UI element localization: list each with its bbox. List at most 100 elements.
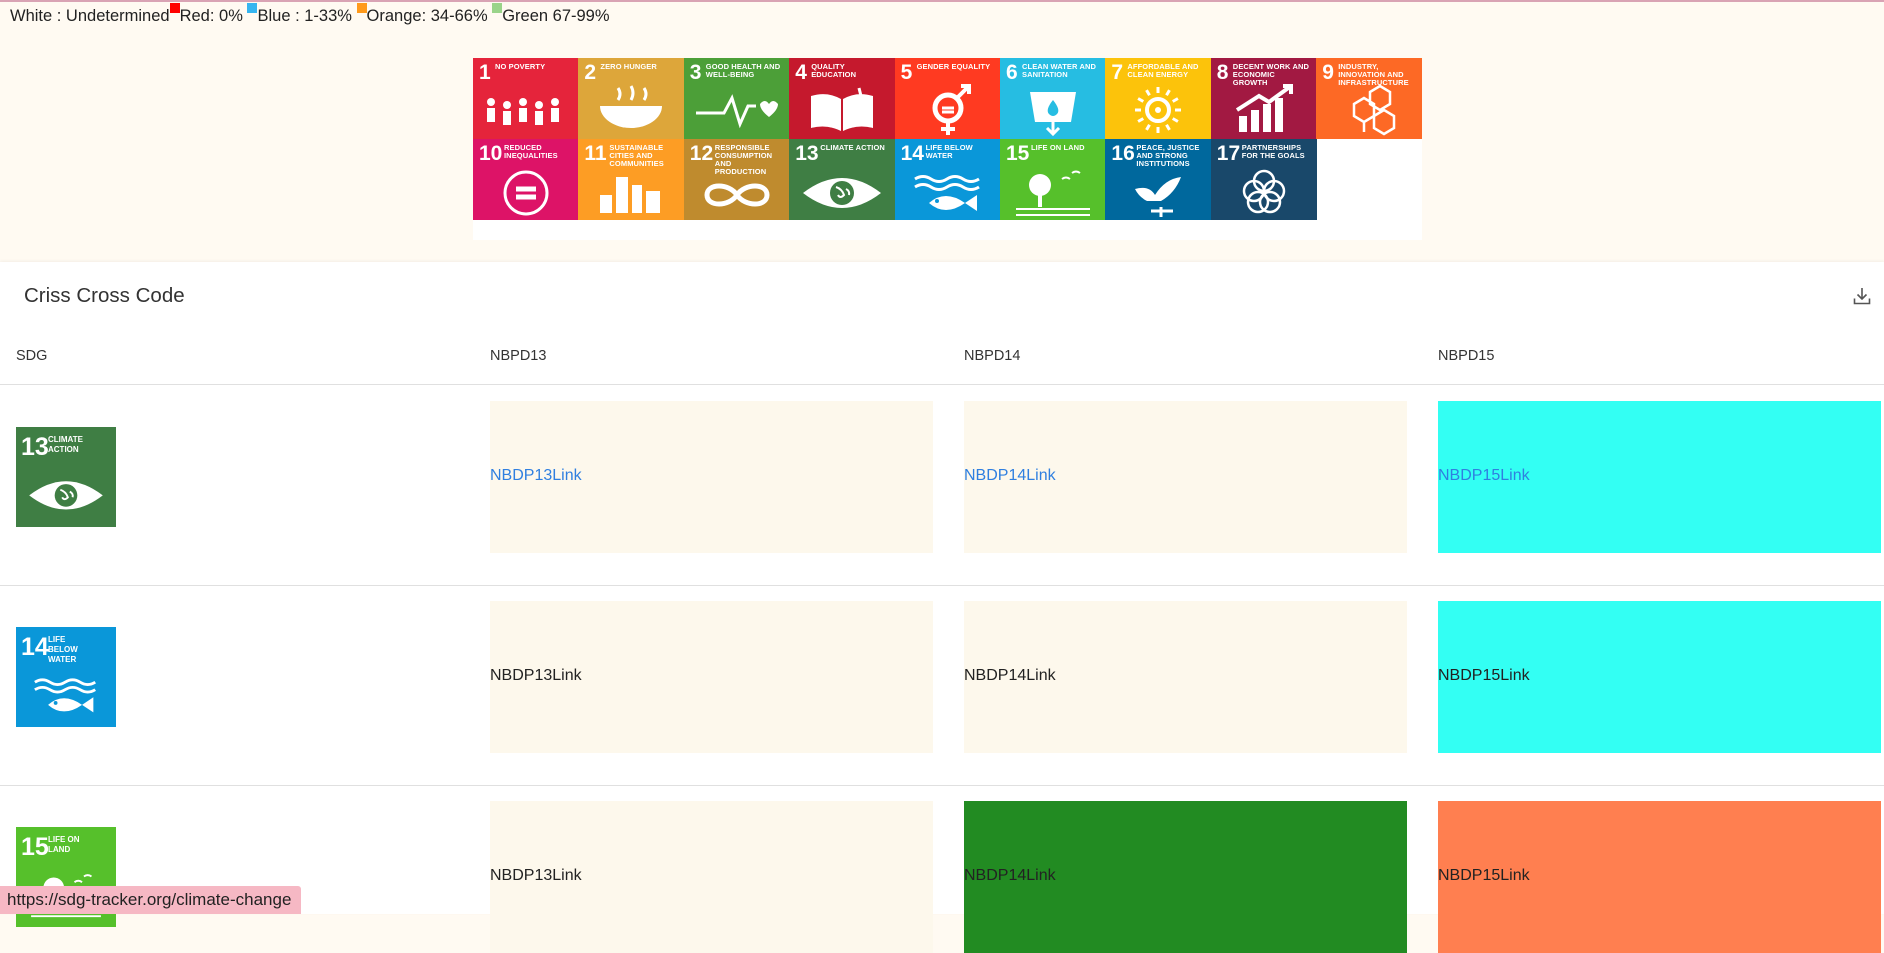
cell-link[interactable]: NBDP15Link [1438,667,1530,685]
sdg-tile-3[interactable]: 3 GOOD HEALTH AND WELL-BEING [683,58,790,139]
sdg-tile-number: 14 [900,142,924,165]
sdg-tile-1[interactable]: 1 NO POVERTY [473,58,579,139]
legend-blue-swatch [247,3,258,13]
sdg-tile-14[interactable]: 14 LIFE BELOW WATER [894,139,1001,220]
status-cell-nbpd14: NBDP14Link [964,801,1407,953]
status-cell-nbpd15: NBDP15Link [1438,401,1881,553]
row-divider [0,785,1884,786]
column-header-nbpd14: NBPD14 [964,348,1021,364]
sdg-tile-title: GOOD HEALTH AND WELL-BEING [705,62,781,79]
sdg-tile-9[interactable]: 9 INDUSTRY, INNOVATION AND INFRASTRUCTURE [1316,58,1423,139]
download-icon[interactable] [1852,286,1872,306]
legend-green-swatch [492,3,503,13]
sdg-tile-title: AFFORDABLE AND CLEAN ENERGY [1127,62,1199,79]
row-divider [0,585,1884,586]
sdg-tile-number: 17 [1216,142,1241,165]
status-bar-url: https://sdg-tracker.org/climate-change [0,886,302,914]
sdg-tile-title: INDUSTRY, INNOVATION AND INFRASTRUCTURE [1338,62,1409,87]
sdg-icon-title: LIFE BELOW WATER [48,635,78,664]
sdg-icon-number: 14 [21,633,49,661]
sdg-tile-number: 5 [900,61,913,84]
sdg-tile-title: PARTNERSHIPS FOR THE GOALS [1241,143,1305,160]
sdg-icon-title: LIFE ON LAND [48,835,80,854]
sdg-tile-number: 4 [795,61,807,84]
sdg-tile-11[interactable]: 11 SUSTAINABLE CITIES AND COMMUNITIES [578,139,685,220]
sdg-icon-number: 13 [21,433,49,461]
status-cell-nbpd13: NBDP13Link [490,401,933,553]
sdg-tile-16[interactable]: 16 PEACE, JUSTICE AND STRONG INSTITUTIONS [1105,139,1212,220]
cell-link[interactable]: NBDP13Link [490,467,582,485]
sdg-tile-title: QUALITY EDUCATION [811,62,857,79]
criss-cross-panel: Criss Cross Code SDG NBPD13 NBPD14 NBPD1… [0,262,1884,953]
status-cell-nbpd14: NBDP14Link [964,401,1407,553]
column-header-nbpd13: NBPD13 [490,348,547,364]
sdg-tile-number: 16 [1111,142,1135,165]
top-border [0,0,1884,2]
sdg-14-icon: 14 LIFE BELOW WATER [16,627,116,727]
legend-green: Green 67-99% [502,7,610,25]
legend-blue: Blue : 1-33% [257,7,352,25]
cell-link[interactable]: NBDP14Link [964,667,1056,685]
sdg-goals-grid: 1 NO POVERTY 2 ZERO HUNGER 3 GOOD HEALTH AND … [473,58,1423,240]
sdg-tile-number: 3 [689,61,702,84]
sdg-tile-number: 12 [689,142,714,165]
sdg-13-icon: 13 CLIMATE ACTION [16,427,116,527]
sdg-tile-17[interactable]: 17 PARTNERSHIPS FOR THE GOALS [1210,139,1317,220]
sdg-icon-number: 15 [21,833,49,861]
color-legend: White : Undetermined Red: 0% Blue : 1-33%… [10,3,610,26]
legend-orange-swatch [356,3,367,13]
status-cell-nbpd15: NBDP15Link [1438,601,1881,753]
legend-white: White : Undetermined [10,7,170,25]
sdg-tile-number: 9 [1322,61,1334,84]
sdg-tile-title: SUSTAINABLE CITIES AND COMMUNITIES [609,143,664,168]
column-header-nbpd15: NBPD15 [1438,348,1495,364]
sdg-tile-number: 7 [1111,61,1124,84]
sdg-tile-10[interactable]: 10 REDUCED INEQUALITIES [473,139,579,220]
sdg-tile-number: 15 [1006,142,1030,165]
sdg-tile-title: CLIMATE ACTION [820,143,885,152]
sdg-tile-title: DECENT WORK AND ECONOMIC GROWTH [1232,62,1310,87]
sdg-tile-number: 1 [479,61,491,84]
status-cell-nbpd13: NBDP13Link [490,801,933,953]
sdg-tile-7[interactable]: 7 AFFORDABLE AND CLEAN ENERGY [1105,58,1212,139]
column-header-sdg: SDG [16,348,48,364]
cell-link[interactable]: NBDP15Link [1438,867,1530,885]
sdg-tile-5[interactable]: 5 GENDER EQUALITY [894,58,1001,139]
sdg-tile-title: ZERO HUNGER [600,62,657,71]
sdg-tile-number: 2 [584,61,597,84]
sdg-tile-15[interactable]: 15 LIFE ON LAND [1000,139,1106,220]
legend-red: Red: 0% [179,7,243,25]
cell-link[interactable]: NBDP13Link [490,667,582,685]
status-cell-nbpd15: NBDP15Link [1438,801,1881,953]
sdg-tile-6[interactable]: 6 CLEAN WATER AND SANITATION [1000,58,1106,139]
sdg-tile-8[interactable]: 8 DECENT WORK AND ECONOMIC GROWTH [1210,58,1317,139]
legend-orange: Orange: 34-66% [366,7,488,25]
panel-title: Criss Cross Code [24,284,185,307]
status-cell-nbpd14: NBDP14Link [964,601,1407,753]
sdg-tile-number: 8 [1216,61,1229,84]
sdg-tile-title: PEACE, JUSTICE AND STRONG INSTITUTIONS [1136,143,1200,168]
status-cell-nbpd13: NBDP13Link [490,601,933,753]
sdg-tile-title: LIFE ON LAND [1031,143,1085,152]
sdg-icon-title: CLIMATE ACTION [48,435,83,454]
sdg-tile-12[interactable]: 12 RESPONSIBLE CONSUMPTION AND PRODUCTION [683,139,790,220]
cell-link[interactable]: NBDP15Link [1438,467,1530,485]
sdg-tile-title: LIFE BELOW WATER [925,143,973,160]
sdg-tile-number: 10 [479,142,503,165]
sdg-tile-13[interactable]: 13 CLIMATE ACTION [789,139,896,220]
sdg-tile-title: GENDER EQUALITY [916,62,991,71]
cell-link[interactable]: NBDP13Link [490,867,582,885]
legend-red-swatch [169,3,180,13]
header-divider [0,384,1884,385]
sdg-tile-title: RESPONSIBLE CONSUMPTION AND PRODUCTION [714,143,773,176]
sdg-tile-title: NO POVERTY [495,62,546,71]
sdg-tile-number: 6 [1006,61,1018,84]
sdg-tile-title: REDUCED INEQUALITIES [504,143,558,160]
sdg-tile-number: 13 [795,142,819,165]
cell-link[interactable]: NBDP14Link [964,467,1056,485]
sdg-tile-2[interactable]: 2 ZERO HUNGER [578,58,685,139]
sdg-tile-title: CLEAN WATER AND SANITATION [1022,62,1096,79]
cell-link[interactable]: NBDP14Link [964,867,1056,885]
sdg-tile-number: 11 [584,142,607,165]
sdg-tile-4[interactable]: 4 QUALITY EDUCATION [789,58,896,139]
